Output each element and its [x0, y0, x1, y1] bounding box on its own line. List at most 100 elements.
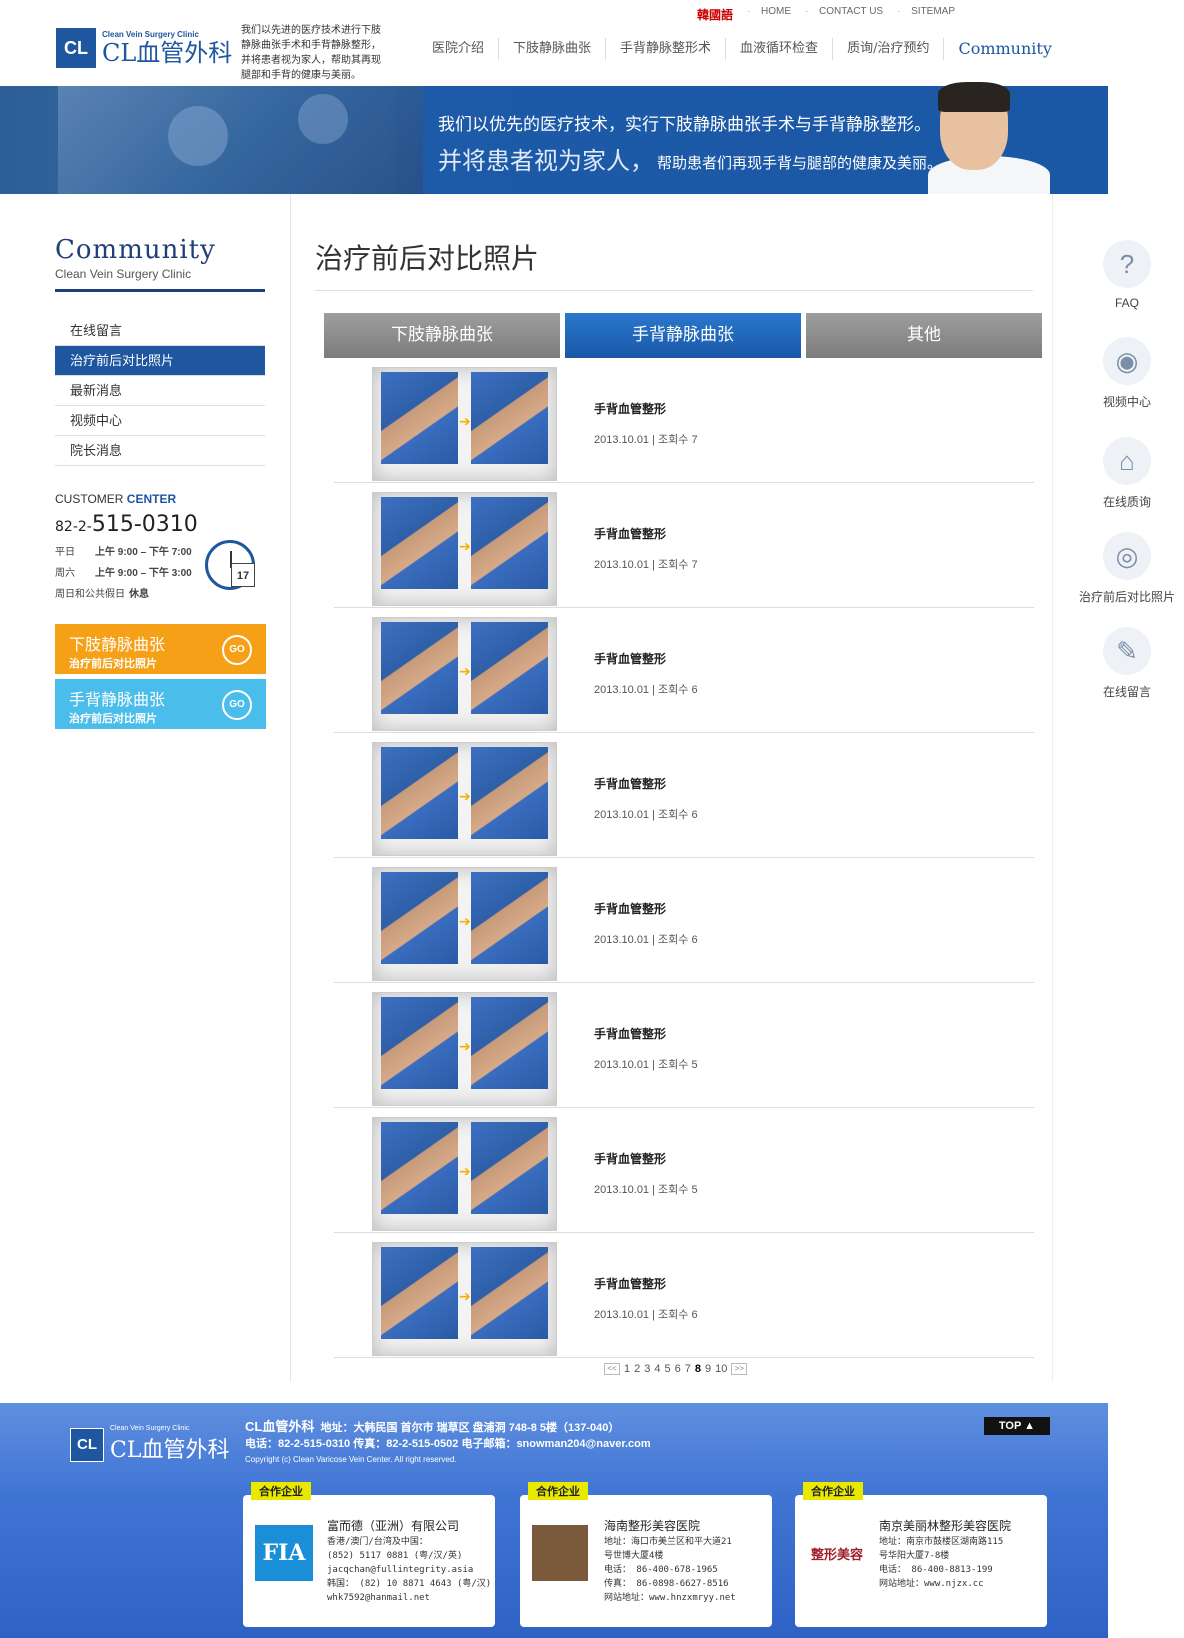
sidebar-subtitle: Clean Vein Surgery Clinic	[55, 267, 192, 281]
list-item[interactable]: ➔ 手背血管整形 2013.10.01 | 조회수 5	[334, 983, 1034, 1108]
page-link[interactable]: 4	[654, 1363, 660, 1375]
quick-label: 视频中心	[1102, 395, 1151, 409]
footer-contact: 电话：82-2-515-0310 传真：82-2-515-0502 电子邮箱：s…	[245, 1438, 651, 1450]
home-link[interactable]: HOME	[747, 6, 805, 23]
hand-vein-banner[interactable]: 手背静脉曲张 治疗前后对比照片 GO	[55, 679, 266, 729]
nav-hand-vein[interactable]: 手背静脉整形术	[605, 38, 725, 60]
nav-circulation-test[interactable]: 血液循环检查	[725, 38, 832, 60]
before-after-thumbnail[interactable]: ➔	[372, 992, 557, 1106]
before-photo	[381, 747, 458, 839]
phone-number: 82-2-515-0310	[55, 512, 198, 537]
page-link[interactable]: 7	[685, 1363, 691, 1375]
leg-varicose-banner[interactable]: 下肢静脉曲张 治疗前后对比照片 GO	[55, 624, 266, 674]
quick-label: FAQ	[1114, 296, 1139, 310]
page-link[interactable]: 9	[705, 1363, 711, 1375]
list-item[interactable]: ➔ 手背血管整形 2013.10.01 | 조회수 7	[334, 358, 1034, 483]
tab-other[interactable]: 其他	[806, 313, 1042, 358]
before-photo	[381, 1122, 458, 1214]
before-after-thumbnail[interactable]: ➔	[372, 1117, 557, 1231]
page-title: 治疗前后对比照片	[315, 242, 540, 275]
list-item[interactable]: ➔ 手背血管整形 2013.10.01 | 조회수 6	[334, 608, 1034, 733]
quick-faq[interactable]: ? FAQ	[1070, 240, 1184, 310]
top-button[interactable]: TOP ▲	[984, 1417, 1050, 1435]
sidebar-item-online-message[interactable]: 在线留言	[55, 316, 265, 346]
prev-page-button[interactable]: <<	[604, 1363, 620, 1375]
banner-line3: 帮助患者们再现手背与腿部的健康及美丽。	[657, 154, 943, 172]
before-after-thumbnail[interactable]: ➔	[372, 367, 557, 481]
item-title[interactable]: 手背血管整形	[594, 900, 666, 917]
calendar-icon: 17	[231, 563, 255, 587]
before-photo	[381, 372, 458, 464]
njzx-logo: 整形美容	[810, 1547, 863, 1563]
page-link[interactable]: 3	[644, 1363, 650, 1375]
item-title[interactable]: 手背血管整形	[594, 400, 666, 417]
quick-message[interactable]: ✎ 在线留言	[1070, 627, 1184, 700]
arrow-icon: ➔	[459, 663, 471, 679]
tab-leg-varicose[interactable]: 下肢静脉曲张	[324, 313, 560, 358]
site-logo[interactable]: CL Clean Vein Surgery Clinic CL血管外科	[56, 28, 232, 68]
sitemap-link[interactable]: SITEMAP	[897, 6, 969, 23]
go-button[interactable]: GO	[222, 635, 252, 665]
after-photo	[471, 1122, 548, 1214]
list-item[interactable]: ➔ 手背血管整形 2013.10.01 | 조회수 6	[334, 1233, 1034, 1358]
after-photo	[471, 1247, 548, 1339]
page-link[interactable]: 5	[665, 1363, 671, 1375]
quick-before-after[interactable]: ◎ 治疗前后对比照片	[1070, 532, 1184, 605]
before-after-thumbnail[interactable]: ➔	[372, 617, 557, 731]
footer-address: 地址：大韩民国 首尔市 瑞草区 盘浦洞 748-8 5楼（137-040）	[320, 1422, 620, 1434]
footer-info: CL血管外科 地址：大韩民国 首尔市 瑞草区 盘浦洞 748-8 5楼（137-…	[245, 1419, 651, 1468]
partner-card[interactable]: 合作企业 FIA 富而德（亚洲）有限公司 香港/澳门/台湾及中国： (852) …	[243, 1482, 495, 1627]
before-after-thumbnail[interactable]: ➔	[372, 492, 557, 606]
category-tabs: 下肢静脉曲张 手背静脉曲张 其他	[324, 313, 1042, 358]
partner-tag: 合作企业	[528, 1482, 588, 1500]
quick-online-consult[interactable]: ⌂ 在线质询	[1070, 437, 1184, 510]
next-page-button[interactable]: >>	[731, 1363, 748, 1375]
after-photo	[471, 747, 548, 839]
before-after-thumbnail[interactable]: ➔	[372, 1242, 557, 1356]
logo-mark: CL	[56, 28, 96, 68]
partner-card[interactable]: 合作企业 整形美容 南京美丽林整形美容医院 地址：南京市鼓楼区湖南路115 号华…	[795, 1482, 1047, 1627]
nav-hospital-intro[interactable]: 医院介绍	[418, 38, 498, 60]
nav-consult-booking[interactable]: 质询/治疗预约	[832, 38, 943, 60]
quick-label: 治疗前后对比照片	[1078, 590, 1175, 604]
list-item[interactable]: ➔ 手背血管整形 2013.10.01 | 조회수 7	[334, 483, 1034, 608]
before-after-thumbnail[interactable]: ➔	[372, 742, 557, 856]
sidebar-item-before-after[interactable]: 治疗前后对比照片	[55, 346, 265, 376]
sidebar-item-video[interactable]: 视频中心	[55, 406, 265, 436]
page-link[interactable]: 10	[715, 1363, 727, 1375]
sidebar-underline	[55, 289, 265, 292]
surgery-photo	[58, 86, 423, 194]
partner-card[interactable]: 合作企业 海南整形美容医院 地址：海口市美兰区和平大道21 号世博大厦4楼 电话…	[520, 1482, 772, 1627]
korean-link[interactable]: 韓國語	[683, 6, 747, 23]
contact-us-link[interactable]: CONTACT US	[805, 6, 897, 23]
footer-name: CL血管外科	[245, 1419, 315, 1434]
quick-video[interactable]: ◉ 视频中心	[1070, 337, 1184, 410]
list-item[interactable]: ➔ 手背血管整形 2013.10.01 | 조회수 5	[334, 1108, 1034, 1233]
item-title[interactable]: 手背血管整形	[594, 1275, 666, 1292]
before-after-thumbnail[interactable]: ➔	[372, 867, 557, 981]
before-photo	[381, 872, 458, 964]
tab-hand-vein[interactable]: 手背静脉曲张	[565, 313, 801, 358]
page-link[interactable]: 2	[634, 1363, 640, 1375]
page-link[interactable]: 1	[624, 1363, 630, 1375]
sidebar-item-news[interactable]: 最新消息	[55, 376, 265, 406]
item-title[interactable]: 手背血管整形	[594, 525, 666, 542]
page-link[interactable]: 6	[675, 1363, 681, 1375]
go-button[interactable]: GO	[222, 690, 252, 720]
item-title[interactable]: 手背血管整形	[594, 1150, 666, 1167]
page-link[interactable]: 8	[695, 1363, 701, 1375]
header: 韓國語 HOME CONTACT US SITEMAP CL Clean Vei…	[0, 0, 1184, 86]
arrow-icon: ➔	[459, 1288, 471, 1304]
sidebar-menu: 在线留言 治疗前后对比照片 最新消息 视频中心 院长消息	[55, 316, 265, 466]
item-title[interactable]: 手背血管整形	[594, 1025, 666, 1042]
nav-leg-varicose[interactable]: 下肢静脉曲张	[498, 38, 605, 60]
question-icon: ?	[1103, 240, 1151, 288]
item-title[interactable]: 手背血管整形	[594, 775, 666, 792]
footer-logo-sub: Clean Vein Surgery Clinic	[110, 1425, 190, 1432]
sidebar-item-director-news[interactable]: 院长消息	[55, 436, 265, 466]
nav-community[interactable]: Community	[943, 38, 1065, 60]
list-item[interactable]: ➔ 手背血管整形 2013.10.01 | 조회수 6	[334, 858, 1034, 983]
list-item[interactable]: ➔ 手背血管整形 2013.10.01 | 조회수 6	[334, 733, 1034, 858]
before-photo	[381, 497, 458, 589]
item-title[interactable]: 手背血管整形	[594, 650, 666, 667]
